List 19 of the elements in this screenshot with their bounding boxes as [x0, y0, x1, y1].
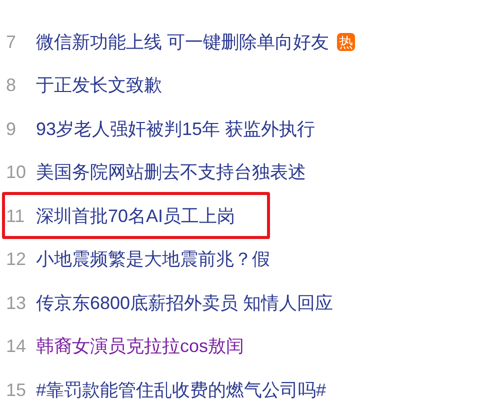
hot-search-link[interactable]: 微信新功能上线 可一键删除单向好友 [36, 32, 330, 51]
hot-search-link[interactable]: 传京东6800底薪招外卖员 知情人回应 [36, 294, 334, 312]
rank-number: 15 [6, 380, 28, 399]
rank-number: 8 [6, 76, 18, 94]
hot-search-link[interactable]: #靠罚款能管住乱收费的燃气公司吗# [36, 380, 326, 399]
rank-number: 12 [6, 250, 28, 268]
hot-search-link[interactable]: 于正发长文致歉 [36, 76, 162, 94]
rank-number: 10 [6, 163, 28, 182]
rank-number: 9 [6, 120, 18, 138]
hot-search-link[interactable]: 93岁老人强奸被判15年 获监外执行 [36, 120, 316, 138]
hot-search-link[interactable]: 韩裔女演员克拉拉cos敖闰 [36, 337, 244, 356]
hot-search-link[interactable]: 美国务院网站删去不支持台独表述 [36, 163, 306, 182]
hot-badge: 热 [337, 32, 356, 51]
rank-number: 14 [6, 337, 28, 356]
rank-number: 7 [6, 32, 18, 51]
hot-search-link[interactable]: 深圳首批70名AI员工上岗 [36, 206, 236, 225]
rank-number: 13 [6, 294, 28, 312]
rank-number: 11 [6, 206, 26, 225]
hot-search-link[interactable]: 小地震频繁是大地震前兆？假 [36, 250, 270, 268]
